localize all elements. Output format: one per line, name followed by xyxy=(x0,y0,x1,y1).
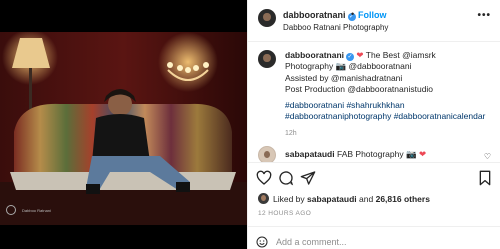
like-comment-heart-icon[interactable]: ♡ xyxy=(484,152,491,161)
follow-button[interactable]: Follow xyxy=(358,10,387,20)
author-username-text[interactable]: dabbooratnani xyxy=(283,10,346,20)
caption-username[interactable]: dabbooratnani xyxy=(285,50,344,60)
comment-bubble-icon[interactable] xyxy=(278,170,294,186)
post-side-panel: dabbooratnani ✓ • Follow Dabboo Ratnani P… xyxy=(247,0,500,249)
post-timestamp[interactable]: 12 HOURS AGO xyxy=(258,210,311,217)
photographer-logo xyxy=(6,205,16,215)
caption-time[interactable]: 12h xyxy=(285,128,495,139)
share-send-icon[interactable] xyxy=(300,170,316,186)
verified-badge-icon: ✓ xyxy=(346,53,355,61)
likes-conjunction: and xyxy=(359,193,374,204)
post-photo[interactable]: Dabboo Ratnani xyxy=(0,0,247,249)
post-header: dabbooratnani ✓ • Follow Dabboo Ratnani P… xyxy=(248,0,500,42)
liker-avatar xyxy=(258,193,269,204)
comment-text: FAB Photography 📷 xyxy=(336,149,417,159)
commenter-username[interactable]: sabapataudi xyxy=(285,149,335,159)
photo-signature: Dabboo Ratnani xyxy=(22,208,51,213)
author-subtitle[interactable]: Dabboo Ratnani Photography xyxy=(283,23,388,32)
emoji-icon[interactable] xyxy=(256,236,268,248)
liker-username[interactable]: sabapataudi xyxy=(307,194,357,204)
comments-section[interactable]: dabbooratnani ✓ ❤ The Best @iamsrk Photog… xyxy=(248,42,500,162)
caption-line-1: The Best @iamsrk xyxy=(365,50,436,60)
add-comment-input[interactable] xyxy=(276,235,476,249)
author-avatar[interactable] xyxy=(258,9,276,27)
separator-dot: • xyxy=(351,9,355,19)
comment-item: sabapataudi FAB Photography 📷 ❤ xyxy=(285,149,426,160)
caption-avatar[interactable] xyxy=(258,50,276,68)
likes-prefix: Liked by xyxy=(273,193,305,204)
action-bar xyxy=(248,162,500,190)
caption-line-2: Photography 📷 @dabbooratnani xyxy=(285,61,412,72)
add-comment-bar xyxy=(248,226,500,249)
caption-line-3: Assisted by @manishadratnani xyxy=(285,72,403,83)
likes-count[interactable]: 26,816 others xyxy=(376,194,430,204)
like-heart-icon[interactable] xyxy=(256,170,272,186)
save-bookmark-icon[interactable] xyxy=(477,170,493,186)
commenter-avatar[interactable] xyxy=(258,146,276,162)
caption-hashtags-1[interactable]: #dabbooratnani #shahrukhkhan xyxy=(285,100,405,110)
more-options-icon[interactable]: ••• xyxy=(477,10,491,21)
caption-hashtags-2[interactable]: #dabbooratnaniphotography #dabbooratnani… xyxy=(285,111,485,121)
likes-summary[interactable]: Liked by sabapataudi and 26,816 others xyxy=(258,193,430,204)
author-username[interactable]: dabbooratnani ✓ xyxy=(283,10,356,21)
caption-line-4: Post Production @dabbooratnanistudio xyxy=(285,83,434,94)
red-heart-emoji-icon: ❤ xyxy=(418,149,427,159)
red-heart-emoji-icon: ❤ xyxy=(356,50,364,60)
caption: dabbooratnani ✓ ❤ The Best @iamsrk Photog… xyxy=(285,50,495,139)
photo-image xyxy=(0,32,247,225)
